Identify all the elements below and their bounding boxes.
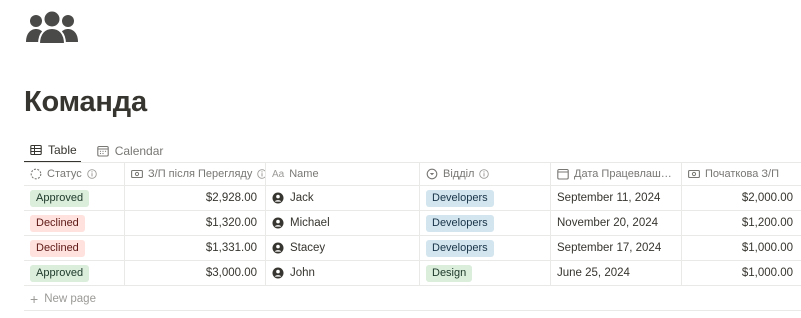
person: Michael [272, 217, 330, 229]
initial-salary-value: $1,200.00 [741, 217, 793, 229]
status-cell[interactable]: Declined [24, 236, 125, 260]
status-icon [30, 168, 42, 180]
initial-salary-cell[interactable]: $1,000.00 [682, 261, 801, 285]
department-tag: Developers [426, 214, 494, 232]
calendar-icon [557, 168, 569, 180]
tab-table[interactable]: Table [24, 139, 81, 163]
department-cell[interactable]: Developers [420, 236, 551, 260]
database-table: Статус З/П після Перегляду Aa Name Відді… [24, 163, 801, 286]
person-icon [272, 192, 284, 204]
column-label: Name [289, 168, 319, 180]
person-name: Stacey [290, 242, 326, 254]
name-cell[interactable]: John [266, 261, 420, 285]
select-icon [426, 168, 438, 180]
hire-date-value: September 17, 2024 [557, 242, 662, 254]
tab-label: Table [48, 143, 77, 157]
department-tag: Developers [426, 189, 494, 207]
info-icon[interactable] [257, 169, 266, 179]
column-label: Статус [47, 168, 82, 180]
salary-after-cell[interactable]: $1,331.00 [125, 236, 266, 260]
column-label: Відділ [443, 168, 475, 180]
table-icon [30, 144, 42, 156]
name-cell[interactable]: Michael [266, 211, 420, 235]
status-badge: Declined [30, 239, 85, 257]
department-tag: Design [426, 264, 473, 282]
status-badge: Declined [30, 214, 85, 232]
initial-salary-cell[interactable]: $2,000.00 [682, 186, 801, 210]
department-tag: Developers [426, 239, 494, 257]
salary-after-value: $3,000.00 [205, 267, 257, 279]
person-name: Michael [290, 217, 330, 229]
person: John [272, 267, 315, 279]
person: Jack [272, 192, 314, 204]
initial-salary-value: $1,000.00 [741, 267, 793, 279]
salary-after-cell[interactable]: $3,000.00 [125, 261, 266, 285]
table-header: Статус З/П після Перегляду Aa Name Відді… [24, 163, 801, 186]
hire-date-value: November 20, 2024 [557, 217, 659, 229]
number-icon [688, 169, 700, 179]
status-cell[interactable]: Approved [24, 186, 125, 210]
hire-date-cell[interactable]: September 17, 2024 [551, 236, 682, 260]
department-cell[interactable]: Design [420, 261, 551, 285]
text-type-icon: Aa [272, 168, 285, 180]
table-row[interactable]: Declined $1,320.00 Michael Developers Novemb… [24, 211, 801, 236]
status-badge: Approved [30, 189, 90, 207]
salary-after-value: $1,320.00 [205, 217, 257, 229]
department-cell[interactable]: Developers [420, 211, 551, 235]
initial-salary-cell[interactable]: $1,200.00 [682, 211, 801, 235]
people-group-icon [26, 11, 78, 45]
hire-date-value: September 11, 2024 [557, 192, 661, 204]
view-tabs: Table Calendar [24, 139, 167, 163]
department-cell[interactable]: Developers [420, 186, 551, 210]
person: Stacey [272, 242, 325, 254]
status-badge: Approved [30, 264, 90, 282]
initial-salary-value: $2,000.00 [741, 192, 793, 204]
table-row[interactable]: Declined $1,331.00 Stacey Developers Septemb… [24, 236, 801, 261]
calendar-icon [96, 145, 109, 157]
person-icon [272, 267, 284, 279]
info-icon[interactable] [479, 169, 490, 179]
column-label: Початкова З/П [705, 168, 779, 180]
person-name: John [290, 267, 315, 279]
hire-date-cell[interactable]: June 25, 2024 [551, 261, 682, 285]
plus-icon: + [30, 290, 39, 307]
number-icon [131, 169, 143, 179]
column-header-initial-salary[interactable]: Початкова З/П [682, 163, 801, 185]
status-cell[interactable]: Approved [24, 261, 125, 285]
status-cell[interactable]: Declined [24, 211, 125, 235]
info-icon[interactable] [87, 169, 97, 179]
column-header-name[interactable]: Aa Name [266, 163, 420, 185]
table-row[interactable]: Approved $2,928.00 Jack Developers September… [24, 186, 801, 211]
tab-calendar[interactable]: Calendar [91, 139, 168, 163]
person-name: Jack [290, 192, 314, 204]
initial-salary-cell[interactable]: $1,000.00 [682, 236, 801, 260]
salary-after-value: $1,331.00 [205, 242, 257, 254]
hire-date-cell[interactable]: November 20, 2024 [551, 211, 682, 235]
table-row[interactable]: Approved $3,000.00 John Design June 25, 2024… [24, 261, 801, 286]
new-page-label: New page [44, 292, 96, 305]
table-body: Approved $2,928.00 Jack Developers September… [24, 186, 801, 286]
salary-after-value: $2,928.00 [205, 192, 257, 204]
hire-date-cell[interactable]: September 11, 2024 [551, 186, 682, 210]
salary-after-cell[interactable]: $1,320.00 [125, 211, 266, 235]
column-header-status[interactable]: Статус [24, 163, 125, 185]
initial-salary-value: $1,000.00 [741, 242, 793, 254]
column-label: Дата Працевлаш… [574, 168, 672, 180]
column-label: З/П після Перегляду [148, 168, 253, 180]
tab-label: Calendar [114, 144, 164, 158]
person-icon [272, 242, 284, 254]
column-header-department[interactable]: Відділ [420, 163, 551, 185]
column-header-hire-date[interactable]: Дата Працевлаш… [551, 163, 682, 185]
name-cell[interactable]: Jack [266, 186, 420, 210]
name-cell[interactable]: Stacey [266, 236, 420, 260]
page-title: Команда [24, 86, 147, 118]
salary-after-cell[interactable]: $2,928.00 [125, 186, 266, 210]
person-icon [272, 217, 284, 229]
column-header-salary-after[interactable]: З/П після Перегляду [125, 163, 266, 185]
new-page-button[interactable]: + New page [24, 287, 801, 311]
hire-date-value: June 25, 2024 [557, 267, 630, 279]
